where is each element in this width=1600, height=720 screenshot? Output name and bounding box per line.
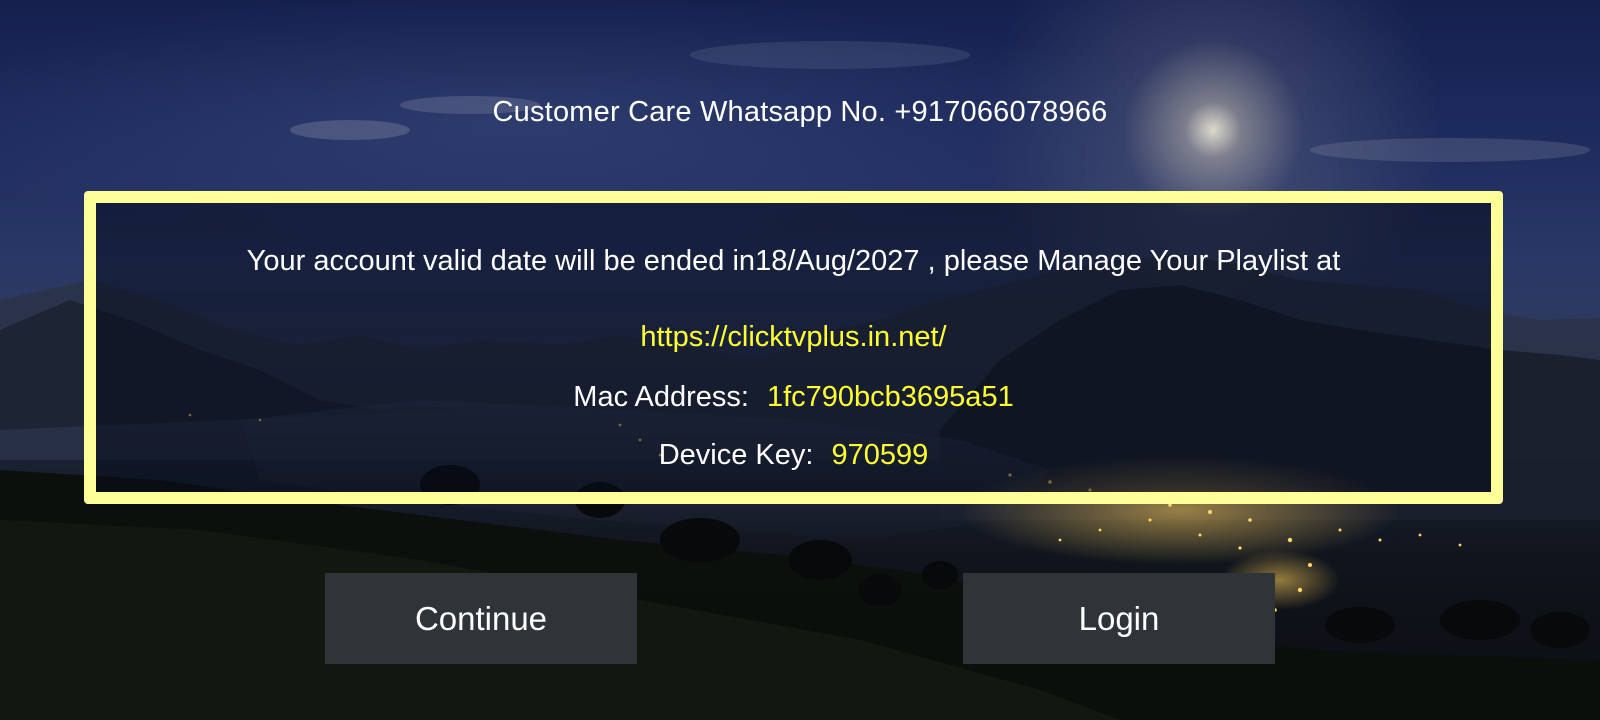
mac-address-row: Mac Address: 1fc790bcb3695a51 bbox=[96, 381, 1491, 414]
customer-care-text: Customer Care Whatsapp No. +917066078966 bbox=[492, 96, 1108, 128]
mac-address-value: 1fc790bcb3695a51 bbox=[766, 381, 1014, 413]
mac-address-label: Mac Address: bbox=[573, 381, 749, 413]
device-key-label: Device Key: bbox=[658, 439, 814, 471]
playlist-url-link[interactable]: https://clicktvplus.in.net/ bbox=[96, 321, 1491, 354]
continue-button[interactable]: Continue bbox=[325, 573, 637, 664]
device-key-row: Device Key: 970599 bbox=[96, 439, 1491, 472]
activation-screen: Customer Care Whatsapp No. +917066078966… bbox=[0, 0, 1600, 720]
account-notice-box: Your account valid date will be ended in… bbox=[84, 191, 1503, 504]
validity-message: Your account valid date will be ended in… bbox=[246, 245, 1341, 277]
device-key-value: 970599 bbox=[831, 439, 929, 471]
login-button[interactable]: Login bbox=[963, 573, 1275, 664]
